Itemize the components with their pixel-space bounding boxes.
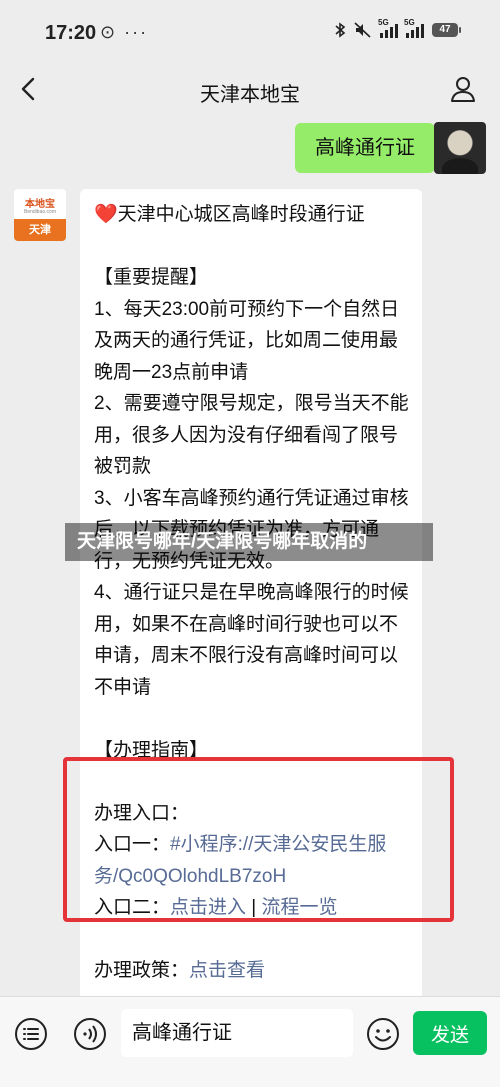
voice-icon[interactable] <box>73 1017 107 1051</box>
user-avatar[interactable] <box>434 122 486 174</box>
reminder-header: 【重要提醒】 <box>94 267 209 288</box>
highlight-box <box>63 757 454 922</box>
input-bar: 发送 <box>0 996 500 1087</box>
policy-line: 办理政策：点击查看 <box>94 955 412 987</box>
bot-logo-sub: Bendibao.com <box>24 209 56 215</box>
bot-avatar[interactable]: 本地宝 Bendibao.com 天津 <box>14 189 66 241</box>
status-right: 5G 5G 47 <box>334 18 461 38</box>
heart-icon: ❤️ <box>94 204 118 225</box>
chat-header: 天津本地宝 <box>0 62 500 120</box>
message-input[interactable] <box>121 1009 353 1057</box>
signal-icon: 5G <box>378 18 398 38</box>
reminder-item-1: 1、每天23:00前可预约下一个自然日及两天的通行凭证，比如周二使用最晚周一23… <box>94 298 400 383</box>
watermark-caption: 天津限号哪年/天津限号哪年取消的 <box>65 523 433 561</box>
status-time: 17:20 <box>45 22 97 44</box>
emoji-icon[interactable] <box>366 1017 400 1051</box>
reminder-item-2: 2、需要遵守限号规定，限号当天不能用，很多人因为没有仔细看闯了限号被罚款 <box>94 393 409 477</box>
mute-icon <box>354 22 371 38</box>
reminder-item-4: 4、通行证只是在早晚高峰限行的时候用，如果不在高峰时间行驶也可以不申请，周末不限… <box>94 582 409 698</box>
menu-list-icon[interactable] <box>14 1017 48 1051</box>
signal-icon-2: 5G <box>404 18 424 38</box>
view-policy-link[interactable]: 点击查看 <box>189 960 265 981</box>
page-title: 天津本地宝 <box>200 84 300 106</box>
status-bar: 17:20 ⊙ ··· 5G 5G 47 <box>0 0 500 62</box>
status-notification-icons: ⊙ ··· <box>100 22 149 42</box>
bot-logo-text: 本地宝 <box>25 199 55 210</box>
user-message-bubble[interactable]: 高峰通行证 <box>295 123 442 173</box>
bluetooth-icon <box>335 22 346 38</box>
send-button[interactable]: 发送 <box>413 1011 487 1055</box>
policy-prefix: 办理政策： <box>94 960 190 981</box>
message-title: 天津中心城区高峰时段通行证 <box>117 204 365 225</box>
bot-logo-city: 天津 <box>14 219 66 241</box>
message-title-line: ❤️天津中心城区高峰时段通行证 <box>94 199 412 231</box>
person-icon[interactable] <box>448 74 478 104</box>
battery-icon: 47 <box>432 23 461 37</box>
